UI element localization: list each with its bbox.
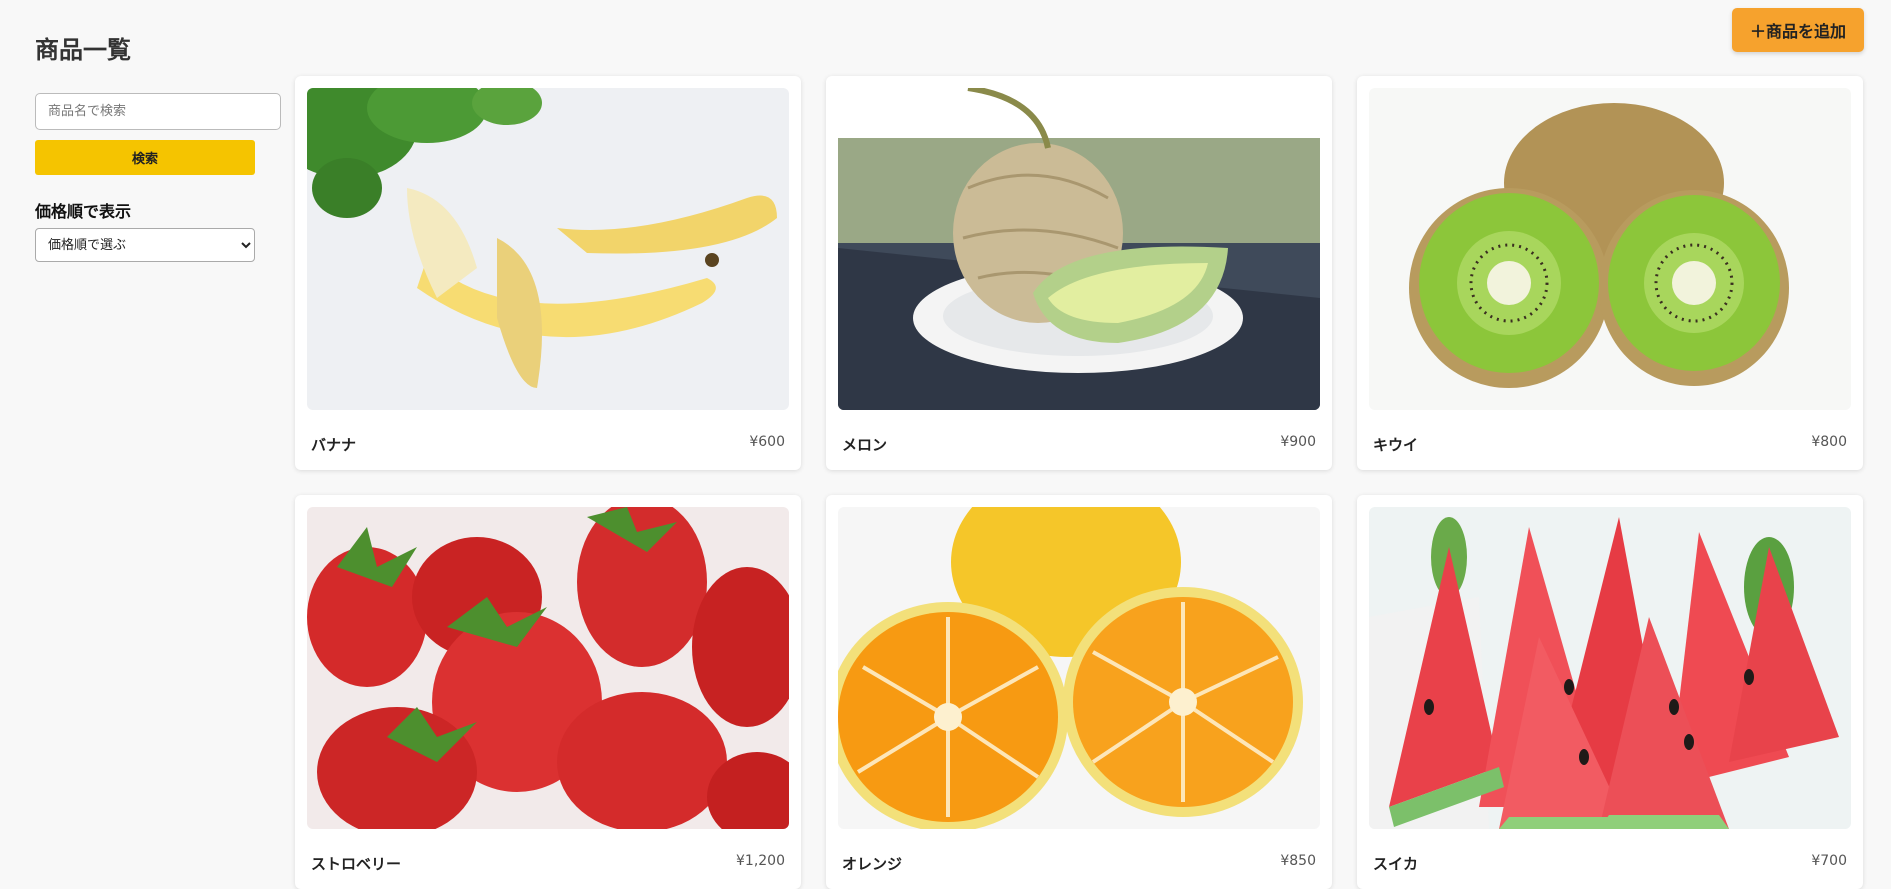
product-card[interactable]: オレンジ ¥850 (826, 495, 1332, 889)
product-name: バナナ (311, 436, 357, 454)
product-card[interactable]: キウイ ¥800 (1357, 76, 1863, 470)
product-name: メロン (842, 436, 888, 454)
product-name: キウイ (1373, 436, 1419, 454)
product-name: オレンジ (842, 855, 903, 873)
strawberry-image (307, 507, 789, 829)
sidebar: 検索 価格順で表示 価格順で選ぶ (35, 93, 281, 262)
search-input[interactable] (35, 93, 281, 130)
melon-image (838, 88, 1320, 410)
sort-label: 価格順で表示 (35, 202, 132, 221)
watermelon-image (1369, 507, 1851, 829)
product-price: ¥1,200 (736, 853, 785, 869)
product-price: ¥800 (1811, 434, 1847, 450)
sort-select[interactable]: 価格順で選ぶ (35, 228, 255, 262)
product-card[interactable]: ストロベリー ¥1,200 (295, 495, 801, 889)
product-card[interactable]: バナナ ¥600 (295, 76, 801, 470)
orange-image (838, 507, 1320, 829)
product-price: ¥850 (1280, 853, 1316, 869)
product-name: ストロベリー (311, 855, 402, 873)
product-price: ¥700 (1811, 853, 1847, 869)
page-title: 商品一覧 (35, 36, 131, 64)
product-price: ¥600 (749, 434, 785, 450)
kiwi-image (1369, 88, 1851, 410)
product-price: ¥900 (1280, 434, 1316, 450)
add-product-button[interactable]: ＋商品を追加 (1732, 8, 1864, 52)
product-card[interactable]: スイカ ¥700 (1357, 495, 1863, 889)
product-name: スイカ (1373, 855, 1419, 873)
product-card[interactable]: メロン ¥900 (826, 76, 1332, 470)
banana-image (307, 88, 789, 410)
search-button[interactable]: 検索 (35, 140, 255, 175)
